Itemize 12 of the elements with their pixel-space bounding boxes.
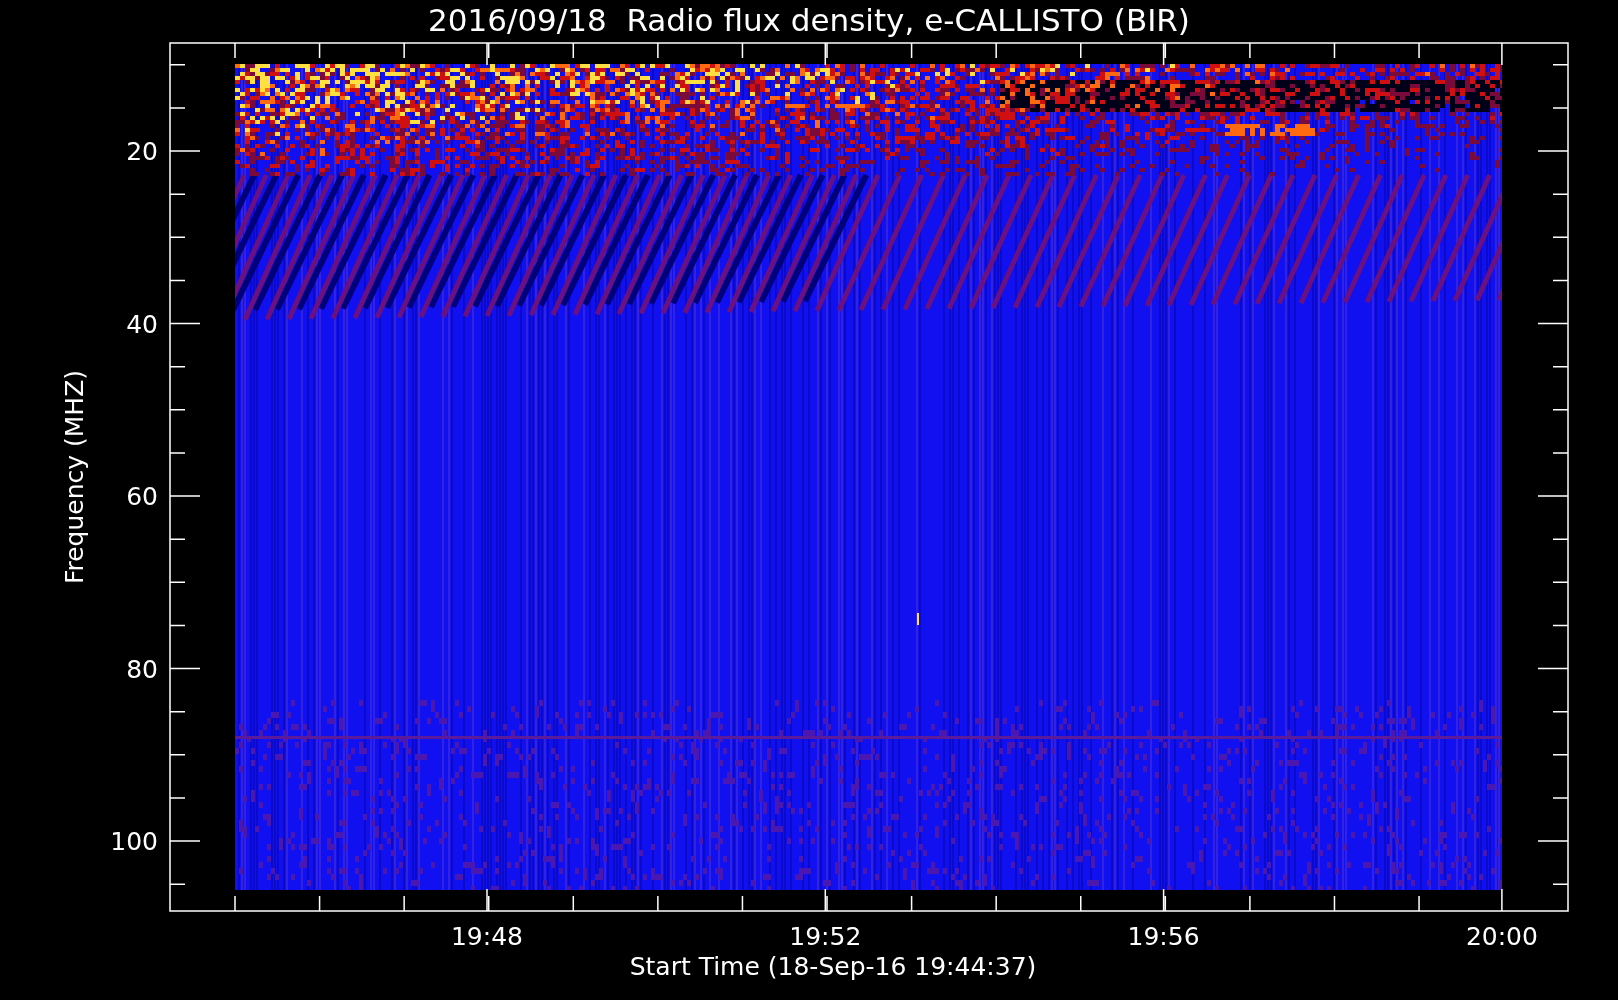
tick-label: 40 [126, 309, 158, 339]
tick-label: 100 [110, 827, 158, 856]
axis-label: Start Time (18-Sep-16 19:44:37) [629, 952, 1037, 981]
tick-label: 20 [126, 137, 158, 166]
tick-label: 20:00 [1465, 922, 1538, 951]
tick-label: 19:52 [789, 922, 862, 951]
tick-label: 80 [126, 654, 158, 684]
tick-label: 19:56 [1127, 922, 1200, 951]
tick-label: 19:48 [451, 922, 523, 951]
tick-label: 60 [126, 482, 158, 511]
axis-label: Frequency (MHZ) [60, 369, 89, 585]
chart-title: 2016/09/18 Radio flux density, e-CALLISTO (BIR) [428, 2, 1190, 38]
